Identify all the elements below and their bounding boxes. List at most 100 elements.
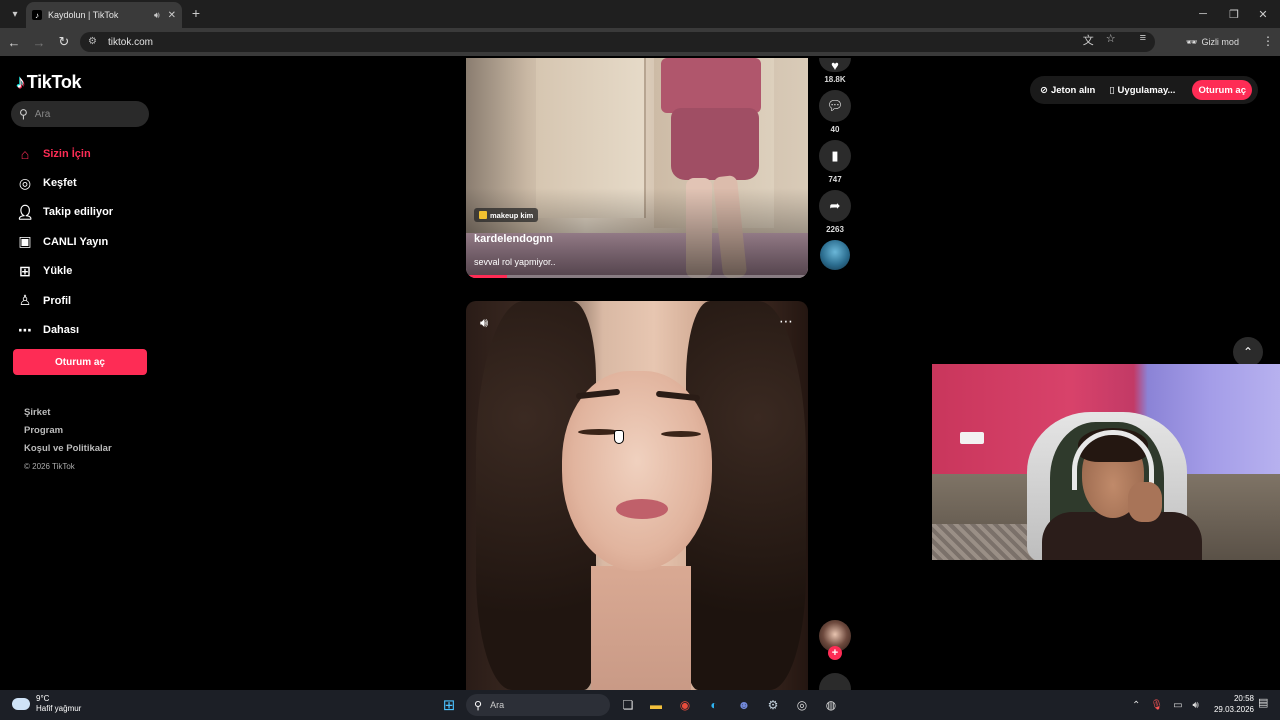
- search-input[interactable]: ⚲ Ara: [11, 101, 149, 127]
- header-login-button[interactable]: Oturum aç: [1192, 80, 1252, 100]
- sidebar-item-explore[interactable]: ◎ Keşfet: [16, 168, 156, 197]
- sidebar-item-for-you[interactable]: ⌂ Sizin İçin: [16, 139, 156, 168]
- webcam-scene: [932, 524, 1042, 560]
- save-count: 747: [828, 175, 842, 184]
- new-tab-icon[interactable]: +: [188, 5, 204, 21]
- obs-icon[interactable]: ◍: [820, 694, 842, 716]
- get-app-button[interactable]: ▯ Uygulamay...: [1109, 85, 1175, 96]
- video-progress-fill: [466, 275, 508, 278]
- webcam-scene: [1128, 482, 1162, 522]
- taskbar: [0, 690, 1280, 720]
- window-close-icon[interactable]: ✕: [1246, 0, 1280, 28]
- video-scene: [661, 58, 761, 113]
- microphone-icon[interactable]: 🎙︎: [1150, 700, 1163, 711]
- taskbar-clock[interactable]: 20:58 29.03.2026: [1208, 693, 1254, 715]
- tab-audio-icon[interactable]: 🔊︎: [154, 10, 160, 21]
- creator-avatar[interactable]: +: [819, 620, 851, 660]
- scroll-up-icon[interactable]: ⌃: [1233, 337, 1263, 367]
- volume-icon[interactable]: 🔊︎: [480, 315, 488, 331]
- minimize-icon[interactable]: ─: [1186, 0, 1220, 28]
- mouse-cursor: [614, 430, 624, 444]
- sidebar-nav: ⌂ Sizin İçin ◎ Keşfet 👤︎ Takip ediliyor …: [16, 139, 156, 345]
- tiktok-logo[interactable]: ♪ TikTok: [16, 72, 82, 93]
- video-card-2[interactable]: 🔊︎ ⋯: [466, 301, 808, 690]
- login-button[interactable]: Oturum aç: [13, 349, 147, 375]
- webcam-scene: [1042, 512, 1202, 560]
- bookmark-star-icon[interactable]: ☆: [1106, 32, 1116, 48]
- taskbar-search-placeholder: Ara: [490, 700, 505, 710]
- windows-start-icon[interactable]: ⊞: [438, 694, 460, 716]
- sidebar-item-live[interactable]: ▣ CANLI Yayın: [16, 227, 156, 256]
- video-card-1[interactable]: makeup kim kardelendognn sevval rol yapm…: [466, 58, 808, 278]
- browser-menu-icon[interactable]: ⋮: [1262, 34, 1274, 48]
- speaker-icon[interactable]: 🔊︎: [1193, 700, 1199, 711]
- weather-widget[interactable]: 9°C Hafif yağmur: [12, 694, 81, 714]
- file-explorer-icon[interactable]: ▬: [645, 694, 667, 716]
- footer-link-program[interactable]: Program: [24, 422, 112, 440]
- tiktok-favicon-icon: ♪: [32, 10, 42, 20]
- sidebar-item-upload[interactable]: ⊞ Yükle: [16, 257, 156, 286]
- follow-plus-icon[interactable]: +: [828, 646, 842, 660]
- like-icon[interactable]: ♥: [819, 58, 851, 73]
- video-tag-label: makeup kim: [490, 210, 534, 220]
- weather-temp: 9°C: [36, 694, 50, 703]
- steam-icon[interactable]: ⚙: [762, 694, 784, 716]
- discord-icon[interactable]: ☻: [733, 694, 755, 716]
- browser-tab[interactable]: ♪ Kaydolun | TikTok 🔊︎ ✕: [26, 2, 182, 28]
- comment-icon[interactable]: 💬︎: [819, 90, 851, 122]
- incognito-label: Gizli mod: [1201, 37, 1239, 47]
- webcam-overlay: [932, 364, 1280, 560]
- app-icon[interactable]: ◎: [791, 694, 813, 716]
- site-info-icon[interactable]: ⚙: [88, 36, 100, 48]
- share-icon[interactable]: ➦: [819, 190, 851, 222]
- tray-expand-icon[interactable]: ⌃: [1132, 700, 1140, 711]
- cloud-rain-icon: [12, 698, 30, 710]
- sidebar-footer: Şirket Program Koşul ve Politikalar © 20…: [24, 404, 112, 476]
- edge-icon[interactable]: ◐: [703, 694, 725, 716]
- sidebar-item-more[interactable]: ⋯ Dahası: [16, 315, 156, 344]
- network-icon[interactable]: ▭: [1173, 700, 1182, 711]
- translate-icon[interactable]: 文: [1083, 32, 1094, 48]
- video-tag[interactable]: makeup kim: [474, 208, 539, 222]
- sidebar-item-label: Sizin İçin: [43, 147, 91, 160]
- reload-icon[interactable]: ↻: [53, 31, 75, 53]
- profile-icon: ♙: [18, 292, 32, 309]
- sidebar-item-following[interactable]: 👤︎ Takip ediliyor: [16, 198, 156, 227]
- tiktok-note-icon: ♪: [16, 72, 25, 92]
- get-coins-button[interactable]: ⊘ Jeton alın: [1040, 85, 1095, 96]
- browser-tabbar: ▾ ♪ Kaydolun | TikTok 🔊︎ ✕ + ─ ❐ ✕: [0, 0, 1280, 28]
- compass-icon: ◎: [18, 174, 32, 191]
- taskbar-search[interactable]: ⚲ Ara: [466, 694, 610, 716]
- back-icon[interactable]: ←: [3, 31, 25, 53]
- more-options-icon[interactable]: ⋯: [779, 313, 794, 330]
- sidebar-item-label: Dahası: [43, 324, 80, 337]
- footer-link-policies[interactable]: Koşul ve Politikalar: [24, 440, 112, 458]
- video-author[interactable]: kardelendognn: [474, 233, 553, 245]
- sidebar-item-label: Takip ediliyor: [43, 206, 114, 219]
- bookmark-icon[interactable]: ▮: [819, 140, 851, 172]
- address-bar[interactable]: ⚙ tiktok.com: [80, 32, 1155, 52]
- task-view-icon[interactable]: ❏: [617, 694, 639, 716]
- clock-date: 29.03.2026: [1213, 705, 1254, 714]
- webcam-scene: [960, 432, 984, 444]
- following-icon: 👤︎: [16, 203, 34, 220]
- tab-close-icon[interactable]: ✕: [168, 10, 176, 21]
- chrome-icon[interactable]: ◉: [674, 694, 696, 716]
- sidebar-item-label: Yükle: [43, 265, 73, 278]
- sidebar-item-profile[interactable]: ♙ Profil: [16, 286, 156, 315]
- tab-list-icon[interactable]: ▾: [4, 3, 26, 25]
- footer-link-company[interactable]: Şirket: [24, 404, 112, 422]
- incognito-indicator[interactable]: 🕶︎ Gizli mod: [1186, 33, 1239, 51]
- url-text: tiktok.com: [108, 36, 154, 48]
- video-scene: [562, 371, 712, 571]
- video-scene: [671, 108, 759, 180]
- tag-icon: [479, 211, 487, 219]
- sidebar-item-label: CANLI Yayın: [43, 235, 109, 248]
- more-icon: ⋯: [18, 321, 32, 338]
- forward-icon[interactable]: →: [28, 31, 50, 53]
- music-avatar[interactable]: [820, 240, 850, 270]
- video-progress-bar[interactable]: [466, 275, 808, 278]
- media-control-icon[interactable]: ≡: [1140, 32, 1146, 48]
- video-2-actions: +: [819, 620, 851, 705]
- notification-icon[interactable]: ▤: [1258, 696, 1268, 709]
